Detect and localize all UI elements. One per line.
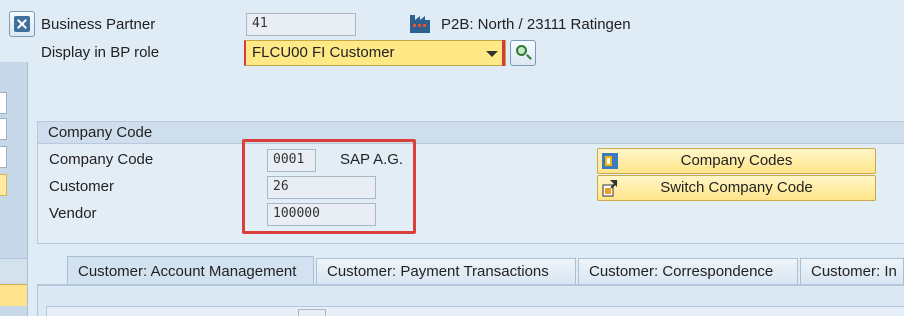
tab-account-management[interactable]: Customer: Account Management <box>67 256 314 285</box>
tab-label: Customer: Account Management <box>78 263 297 280</box>
chevron-down-icon[interactable] <box>486 51 498 57</box>
switch-company-code-label: Switch Company Code <box>660 179 813 196</box>
left-panel-field[interactable] <box>0 92 7 114</box>
tab-label: Customer: Correspondence <box>589 263 774 280</box>
left-panel-band <box>0 258 27 283</box>
tab-label: Customer: In <box>811 263 897 280</box>
vendor-label: Vendor <box>49 205 97 222</box>
left-panel-field[interactable] <box>0 146 7 168</box>
tab-insurance[interactable]: Customer: In <box>800 258 904 285</box>
required-marker <box>502 40 505 66</box>
tab-label: Customer: Payment Transactions <box>327 263 549 280</box>
business-partner-label: Business Partner <box>41 16 156 33</box>
customer-label: Customer <box>49 178 115 195</box>
tab-correspondence[interactable]: Customer: Correspondence <box>578 258 798 285</box>
company-code-label: Company Code <box>49 151 154 168</box>
org-text: P2B: North / 23111 Ratingen <box>441 16 631 33</box>
left-panel-field[interactable] <box>0 118 7 140</box>
exit-icon[interactable] <box>9 11 35 37</box>
left-panel-selected-row[interactable] <box>0 284 27 306</box>
search-icon[interactable] <box>510 40 536 66</box>
bp-role-label: Display in BP role <box>41 44 160 61</box>
tab-content-field[interactable] <box>298 309 326 316</box>
highlight-box <box>242 139 416 234</box>
company-codes-button[interactable]: Company Codes <box>597 148 876 174</box>
bp-role-dropdown[interactable]: FLCU00 FI Customer <box>244 40 506 66</box>
building-icon <box>410 15 430 33</box>
business-partner-field[interactable]: 41 <box>246 13 356 36</box>
list-icon <box>602 153 618 169</box>
company-codes-label: Company Codes <box>680 152 793 169</box>
switch-company-code-button[interactable]: Switch Company Code <box>597 175 876 201</box>
bp-role-value: FLCU00 FI Customer <box>252 44 395 61</box>
left-panel-field[interactable] <box>0 174 7 196</box>
left-panel <box>0 62 28 316</box>
tab-content-inner <box>46 306 904 316</box>
tab-payment-transactions[interactable]: Customer: Payment Transactions <box>316 258 576 285</box>
group-title: Company Code <box>38 122 904 144</box>
switch-icon <box>602 180 618 197</box>
